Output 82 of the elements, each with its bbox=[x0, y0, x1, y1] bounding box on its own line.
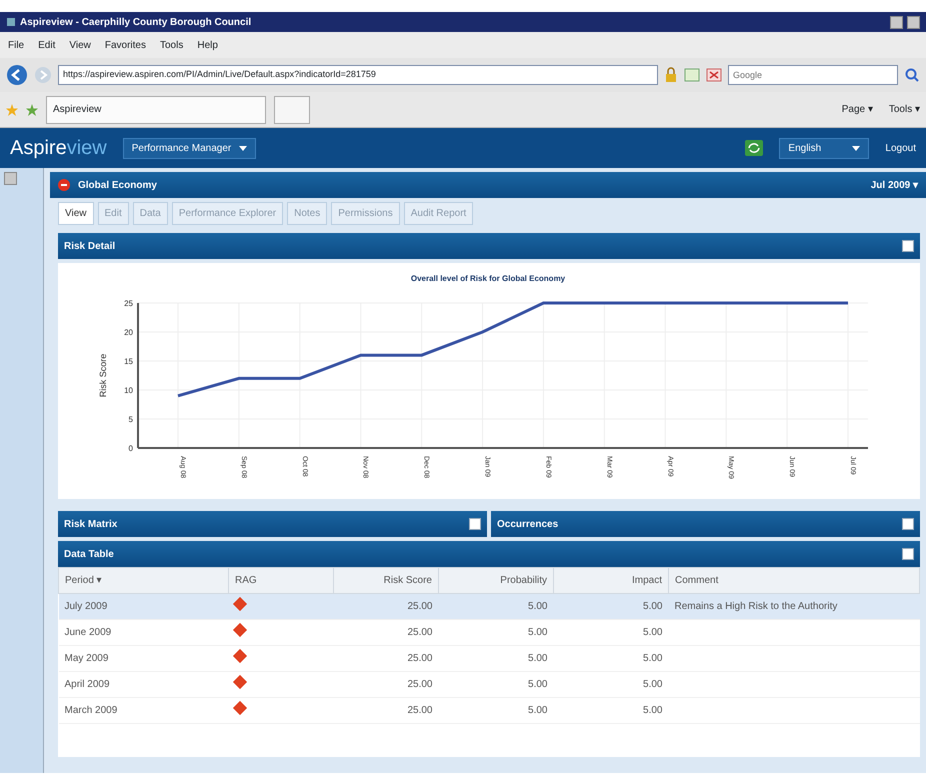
tick-label: 5 bbox=[128, 415, 133, 424]
window-title: Aspireview - Caerphilly County Borough Council bbox=[20, 16, 252, 30]
table-cell: 5.00 bbox=[554, 672, 668, 698]
section-title: Risk Matrix bbox=[64, 518, 118, 532]
new-tab-button[interactable] bbox=[274, 96, 310, 124]
table-cell: 25.00 bbox=[334, 594, 438, 620]
table-cell: 5.00 bbox=[554, 594, 668, 620]
table-row[interactable]: March 2009 25.00 5.00 5.00 bbox=[58, 698, 920, 724]
app-logo: Aspireview bbox=[10, 136, 107, 161]
table-cell: July 2009 bbox=[58, 594, 228, 620]
menu-item[interactable]: View bbox=[69, 38, 91, 52]
app-icon bbox=[6, 17, 16, 27]
tick-label: 20 bbox=[124, 328, 133, 337]
search-field[interactable]: Google bbox=[728, 65, 898, 85]
expand-button[interactable] bbox=[902, 548, 914, 560]
table-cell: 5.00 bbox=[554, 698, 668, 724]
toolbar-menu[interactable]: Page ▾ bbox=[842, 102, 873, 117]
tab[interactable]: View bbox=[58, 202, 94, 225]
alert-icon bbox=[58, 179, 70, 191]
menu-item[interactable]: Edit bbox=[38, 38, 56, 52]
indicator-title: Global Economy bbox=[78, 178, 157, 192]
column-header[interactable]: Probability bbox=[438, 568, 554, 594]
collapse-button[interactable] bbox=[4, 172, 17, 185]
table-row[interactable]: July 2009 25.00 5.00 5.00 Remains a High Risk to the Authority bbox=[58, 594, 920, 620]
tick-label: 10 bbox=[124, 386, 133, 395]
expand-button[interactable] bbox=[469, 518, 481, 530]
search-icon[interactable] bbox=[904, 67, 920, 83]
tick-label: 25 bbox=[124, 299, 133, 308]
caret-icon bbox=[239, 146, 248, 150]
column-header[interactable]: Period ▾ bbox=[58, 568, 228, 594]
column-header[interactable]: Risk Score bbox=[334, 568, 438, 594]
toolbar-menu[interactable]: Tools ▾ bbox=[888, 102, 920, 117]
logout-link[interactable]: Logout bbox=[885, 140, 916, 156]
table-cell: 25.00 bbox=[334, 646, 438, 672]
browser-tab[interactable]: Aspireview bbox=[46, 96, 266, 124]
table-cell: 5.00 bbox=[438, 698, 554, 724]
menu-item[interactable]: File bbox=[8, 38, 24, 52]
table-cell: Remains a High Risk to the Authority bbox=[668, 594, 920, 620]
table-cell: June 2009 bbox=[58, 620, 228, 646]
close-button[interactable] bbox=[907, 16, 920, 28]
column-header[interactable]: Impact bbox=[554, 568, 668, 594]
table-cell: 5.00 bbox=[438, 594, 554, 620]
module-dropdown[interactable]: Performance Manager bbox=[122, 138, 256, 158]
section-title: Risk Detail bbox=[64, 240, 116, 254]
language-dropdown[interactable]: English bbox=[779, 138, 870, 158]
column-header[interactable]: Comment bbox=[668, 568, 920, 594]
table-row[interactable]: April 2009 25.00 5.00 5.00 bbox=[58, 672, 920, 698]
caret-icon bbox=[852, 146, 860, 150]
address-field[interactable]: https://aspireview.aspiren.com/PI/Admin/Live/Default.aspx?indicatorId=281759 bbox=[58, 65, 658, 85]
minimize-button[interactable] bbox=[890, 16, 903, 28]
table-cell: 25.00 bbox=[334, 672, 438, 698]
table-cell: 5.00 bbox=[554, 620, 668, 646]
table-cell: 5.00 bbox=[438, 620, 554, 646]
menu-item[interactable]: Help bbox=[197, 38, 218, 52]
axis-title: Risk Score bbox=[98, 354, 108, 398]
menu-item[interactable]: Favorites bbox=[104, 38, 146, 52]
table-cell: May 2009 bbox=[58, 646, 228, 672]
section-title: Occurrences bbox=[497, 518, 558, 532]
section-title: Data Table bbox=[64, 548, 114, 562]
add-favorite-icon[interactable] bbox=[26, 104, 38, 116]
table-cell: 5.00 bbox=[554, 646, 668, 672]
back-icon[interactable] bbox=[6, 64, 28, 86]
stop-icon[interactable] bbox=[706, 68, 722, 82]
table-cell: 25.00 bbox=[334, 620, 438, 646]
table-cell: 5.00 bbox=[438, 646, 554, 672]
menu-item[interactable]: Tools bbox=[160, 38, 184, 52]
chart-title: Overall level of Risk for Global Economy bbox=[410, 274, 566, 283]
table-row[interactable]: June 2009 25.00 5.00 5.00 bbox=[58, 620, 920, 646]
period-selector[interactable]: Jul 2009 ▾ bbox=[870, 178, 918, 192]
column-header[interactable]: RAG bbox=[228, 568, 334, 594]
lock-icon[interactable] bbox=[664, 67, 678, 83]
expand-button[interactable] bbox=[902, 518, 914, 530]
table-cell: 25.00 bbox=[334, 698, 438, 724]
table-cell: 5.00 bbox=[438, 672, 554, 698]
table-cell: April 2009 bbox=[58, 672, 228, 698]
tick-label: 15 bbox=[124, 357, 133, 366]
table-cell: March 2009 bbox=[58, 698, 228, 724]
table-row[interactable]: May 2009 25.00 5.00 5.00 bbox=[58, 646, 920, 672]
favorites-star-icon[interactable] bbox=[6, 104, 18, 116]
forward-icon[interactable] bbox=[34, 66, 52, 84]
tick-label: 0 bbox=[128, 444, 133, 453]
expand-button[interactable] bbox=[902, 240, 914, 252]
